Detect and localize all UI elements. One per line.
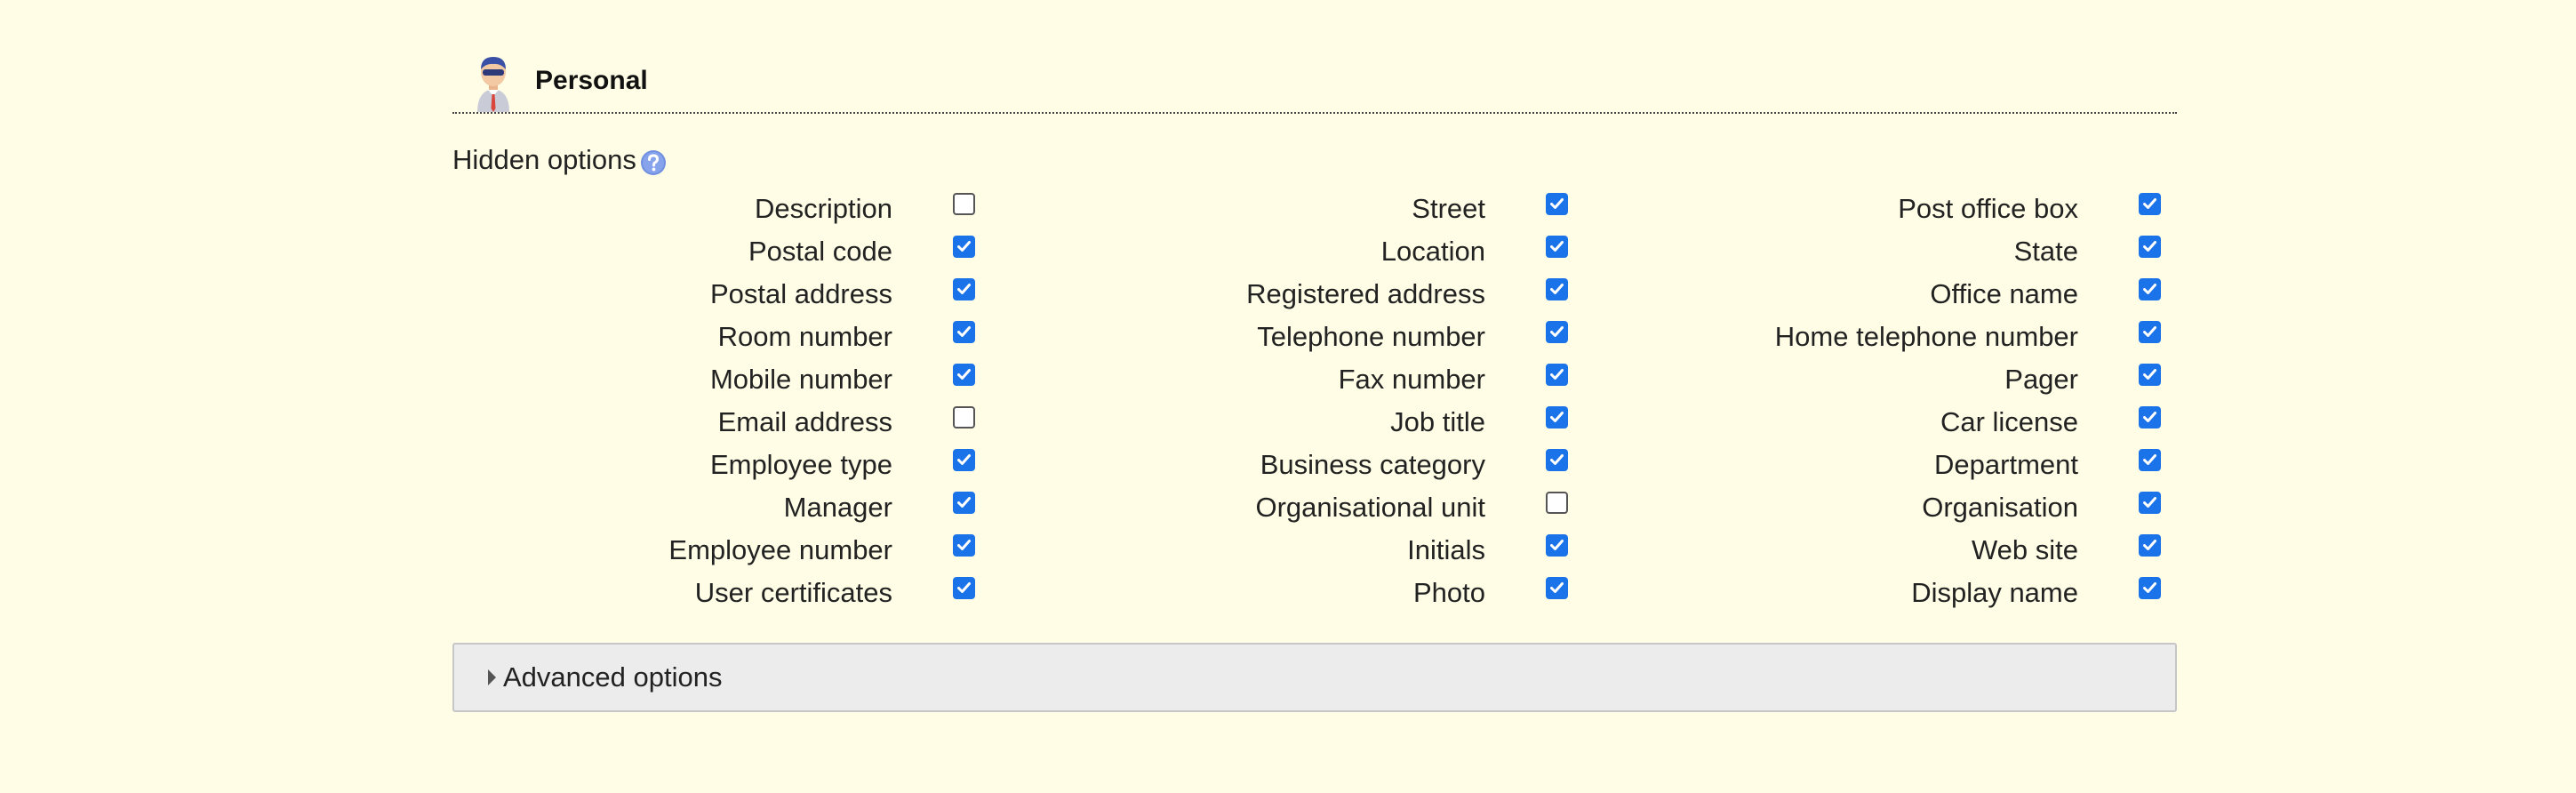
option-checkbox-employee-type[interactable]	[953, 449, 975, 471]
option-label-display-name: Display name	[1911, 577, 2078, 608]
option-row: Postal address Registered address Office n…	[452, 273, 2177, 316]
option-label-employee-type: Employee type	[709, 449, 892, 480]
option-checkbox-telephone-number[interactable]	[1546, 321, 1568, 343]
option-checkbox-manager[interactable]	[953, 492, 975, 514]
option-label-web-site: Web site	[1971, 534, 2078, 565]
option-row: Employee number Initials Web site	[452, 529, 2177, 572]
expand-arrow-icon	[488, 669, 496, 685]
option-checkbox-user-certificates[interactable]	[953, 577, 975, 599]
option-label-state: State	[2013, 236, 2078, 267]
option-checkbox-business-category[interactable]	[1546, 449, 1568, 471]
section-title: Personal	[535, 66, 648, 95]
option-label-street: Street	[1412, 193, 1485, 224]
option-row: User certificates Photo Display name	[452, 572, 2177, 614]
option-label-organisational-unit: Organisational unit	[1255, 492, 1486, 523]
option-label-photo: Photo	[1412, 577, 1485, 608]
option-label-employee-number: Employee number	[668, 534, 892, 565]
option-checkbox-display-name[interactable]	[2139, 577, 2161, 599]
option-checkbox-fax-number[interactable]	[1546, 364, 1568, 386]
advanced-options-toggle[interactable]: Advanced options	[452, 643, 2177, 712]
option-row: Room number Telephone number Home telephon…	[452, 316, 2177, 358]
section-header: Personal	[452, 48, 2177, 114]
option-label-registered-address: Registered address	[1246, 278, 1485, 309]
option-label-email-address: Email address	[717, 406, 892, 437]
option-label-location: Location	[1380, 236, 1485, 267]
option-checkbox-pager[interactable]	[2139, 364, 2161, 386]
option-checkbox-registered-address[interactable]	[1546, 278, 1568, 300]
option-label-postal-code: Postal code	[748, 236, 892, 267]
option-checkbox-description[interactable]	[953, 193, 975, 215]
option-checkbox-postal-address[interactable]	[953, 278, 975, 300]
user-avatar-icon	[477, 57, 509, 112]
option-checkbox-email-address[interactable]	[953, 406, 975, 429]
help-icon[interactable]	[640, 149, 667, 176]
advanced-options-label: Advanced options	[503, 661, 723, 693]
option-row: Mobile number Fax number Pager	[452, 358, 2177, 401]
option-checkbox-postal-code[interactable]	[953, 236, 975, 258]
option-label-room-number: Room number	[717, 321, 892, 352]
option-checkbox-state[interactable]	[2139, 236, 2161, 258]
option-label-office-name: Office name	[1930, 278, 2078, 309]
option-checkbox-web-site[interactable]	[2139, 534, 2161, 557]
hidden-options-heading: Hidden options	[452, 144, 667, 176]
option-label-fax-number: Fax number	[1338, 364, 1485, 395]
option-checkbox-department[interactable]	[2139, 449, 2161, 471]
option-checkbox-photo[interactable]	[1546, 577, 1568, 599]
option-label-initials: Initials	[1407, 534, 1485, 565]
option-checkbox-room-number[interactable]	[953, 321, 975, 343]
option-checkbox-mobile-number[interactable]	[953, 364, 975, 386]
option-label-pager: Pager	[2004, 364, 2078, 395]
option-label-mobile-number: Mobile number	[709, 364, 892, 395]
option-checkbox-street[interactable]	[1546, 193, 1568, 215]
option-label-manager: Manager	[783, 492, 892, 523]
option-label-post-office-box: Post office box	[1898, 193, 2078, 224]
hidden-options-label: Hidden options	[452, 144, 636, 175]
option-row: Description Street Post office box	[452, 188, 2177, 230]
option-checkbox-job-title[interactable]	[1546, 406, 1568, 429]
option-checkbox-organisation[interactable]	[2139, 492, 2161, 514]
option-label-car-license: Car license	[1940, 406, 2078, 437]
option-checkbox-car-license[interactable]	[2139, 406, 2161, 429]
personal-panel: Personal Hidden options Description Stree…	[452, 48, 2177, 712]
option-row: Postal code Location State	[452, 230, 2177, 273]
option-row: Employee type Business category Department	[452, 444, 2177, 486]
option-label-department: Department	[1934, 449, 2078, 480]
option-label-telephone-number: Telephone number	[1257, 321, 1485, 352]
option-checkbox-home-telephone-number[interactable]	[2139, 321, 2161, 343]
option-row: Manager Organisational unit Organisation	[452, 486, 2177, 529]
option-checkbox-employee-number[interactable]	[953, 534, 975, 557]
option-checkbox-office-name[interactable]	[2139, 278, 2161, 300]
option-label-home-telephone-number: Home telephone number	[1774, 321, 2078, 352]
option-checkbox-organisational-unit[interactable]	[1546, 492, 1568, 514]
option-label-organisation: Organisation	[1922, 492, 2078, 523]
option-checkbox-post-office-box[interactable]	[2139, 193, 2161, 215]
option-checkbox-initials[interactable]	[1546, 534, 1568, 557]
option-label-description: Description	[754, 193, 892, 224]
option-label-postal-address: Postal address	[709, 278, 892, 309]
option-label-user-certificates: User certificates	[694, 577, 892, 608]
option-label-job-title: Job title	[1390, 406, 1485, 437]
option-label-business-category: Business category	[1260, 449, 1485, 480]
option-row: Email address Job title Car license	[452, 401, 2177, 444]
option-checkbox-location[interactable]	[1546, 236, 1568, 258]
